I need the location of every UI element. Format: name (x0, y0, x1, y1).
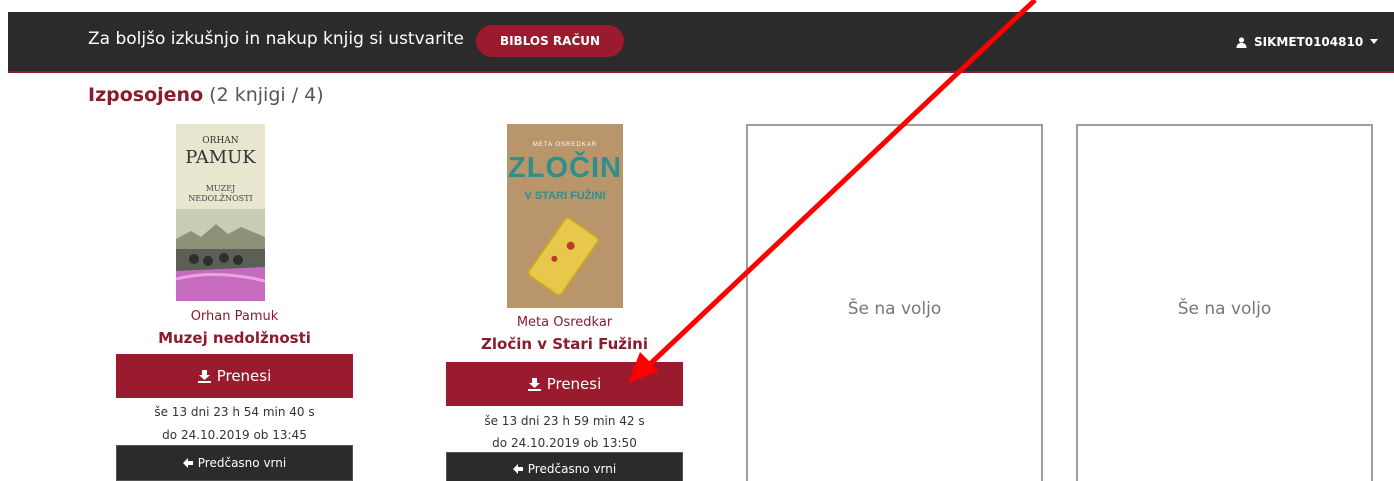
empty-slot: Še na voljo (1076, 124, 1373, 481)
borrowed-title: Izposojeno (88, 84, 204, 106)
cover-author: ORHAN (202, 136, 239, 146)
borrowed-book-card: ORHAN PAMUK MUZEJ NEDOLŽNOSTI Orhan Pamu… (116, 124, 353, 481)
arrow-left-icon (182, 458, 193, 468)
download-label: Prenesi (546, 375, 602, 393)
download-icon (197, 369, 211, 383)
cover-illustration (527, 216, 600, 297)
username: SIKMET0104810 (1254, 35, 1364, 49)
download-label: Prenesi (216, 367, 272, 385)
borrowed-book-card: META OSREDKAR ZLOČIN V STARI FUŽINI Meta… (446, 124, 683, 481)
return-early-button[interactable]: Predčasno vrni (116, 445, 353, 481)
return-label: Predčasno vrni (527, 462, 617, 476)
borrowed-heading: Izposojeno (2 knjigi / 4) (88, 84, 324, 106)
cover-title-sub: V STARI FUŽINI (524, 190, 606, 202)
user-icon (1236, 36, 1247, 48)
return-label: Predčasno vrni (197, 456, 287, 470)
top-bar: Za boljšo izkušnjo in nakup knjig si ust… (8, 12, 1394, 73)
due-date: do 24.10.2019 ob 13:50 (492, 436, 637, 450)
signup-message: Za boljšo izkušnjo in nakup knjig si ust… (88, 29, 464, 49)
caret-down-icon (1370, 39, 1379, 44)
empty-slot-label: Še na voljo (847, 299, 942, 319)
download-icon (527, 377, 541, 391)
return-early-button[interactable]: Predčasno vrni (446, 452, 683, 481)
download-button[interactable]: Prenesi (116, 354, 353, 398)
cover-surname: PAMUK (185, 147, 256, 168)
arrow-left-icon (512, 464, 523, 474)
cover-title-line2: NEDOLŽNOSTI (188, 194, 253, 203)
cover-illustration (176, 209, 265, 301)
create-account-button[interactable]: BIBLOS RAČUN (476, 25, 624, 57)
book-cover[interactable]: ORHAN PAMUK MUZEJ NEDOLŽNOSTI (176, 124, 265, 301)
book-author: Meta Osredkar (516, 315, 613, 330)
book-author: Orhan Pamuk (190, 309, 279, 324)
cover-author: META OSREDKAR (532, 142, 598, 148)
empty-slot-label: Še na voljo (1177, 299, 1272, 319)
borrowed-count: (2 knjigi / 4) (209, 84, 324, 106)
book-title[interactable]: Muzej nedolžnosti (116, 329, 353, 347)
time-remaining: še 13 dni 23 h 59 min 42 s (484, 414, 645, 428)
book-title[interactable]: Zločin v Stari Fužini (446, 335, 683, 353)
user-menu[interactable]: SIKMET0104810 (1236, 35, 1379, 49)
time-remaining: še 13 dni 23 h 54 min 40 s (154, 405, 315, 419)
due-date: do 24.10.2019 ob 13:45 (162, 428, 307, 442)
download-button[interactable]: Prenesi (446, 362, 683, 406)
book-cover[interactable]: META OSREDKAR ZLOČIN V STARI FUŽINI (507, 124, 623, 308)
cover-title-line1: MUZEJ (205, 184, 236, 193)
cover-title-main: ZLOČIN (508, 152, 622, 184)
empty-slot: Še na voljo (746, 124, 1043, 481)
